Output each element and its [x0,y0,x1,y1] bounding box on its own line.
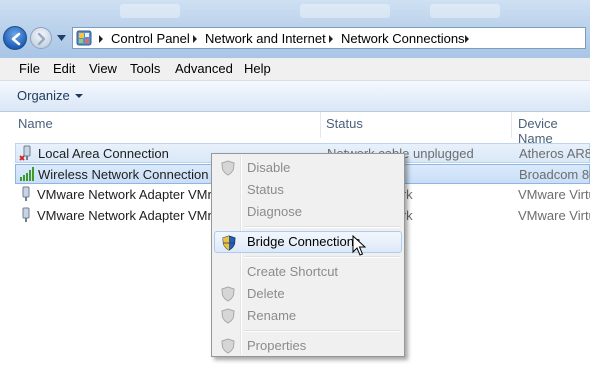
menu-separator [244,330,400,332]
menu-advanced[interactable]: Advanced [175,61,233,76]
connection-device: Atheros AR81 [519,146,590,161]
menu-file[interactable]: File [19,61,40,76]
menu-item-label: Delete [247,286,285,301]
background-tab-ghost [300,4,390,18]
uac-shield-icon [221,308,235,324]
control-panel-icon [76,30,92,46]
forward-arrow-icon [37,32,46,46]
breadcrumb-separator-icon[interactable] [329,35,333,43]
connection-device: VMware Virtu [518,187,590,202]
menu-item-delete[interactable]: Delete [214,283,402,305]
menu-separator [244,256,400,258]
menu-item-diagnose[interactable]: Diagnose [214,201,402,223]
connection-name: Wireless Network Connection [38,167,209,182]
connection-name: VMware Network Adapter VMnet [37,208,226,223]
breadcrumb-network-connections[interactable]: Network Connections [341,31,465,46]
connection-device: VMware Virtu [518,208,590,223]
background-tab-ghost [120,4,180,18]
menu-item-rename[interactable]: Rename [214,305,402,327]
menu-item-label: Status [247,182,284,197]
breadcrumb-network-and-internet[interactable]: Network and Internet [205,31,326,46]
uac-shield-icon [221,338,235,354]
back-arrow-icon [11,32,21,46]
uac-shield-icon [221,286,235,302]
window-title-bar: Control Panel Network and Internet Netwo… [0,0,590,58]
menu-item-disable[interactable]: Disable [214,157,402,179]
recent-pages-dropdown[interactable] [57,34,66,42]
connection-name: Local Area Connection [38,146,169,161]
address-bar[interactable]: Control Panel Network and Internet Netwo… [72,27,586,49]
menu-item-label: Properties [247,338,307,353]
column-divider[interactable] [320,112,321,138]
menu-separator [244,226,400,228]
menu-item-label: Bridge Connections [247,234,361,249]
mouse-pointer-icon [352,235,366,256]
menu-tools[interactable]: Tools [130,61,160,76]
uac-shield-icon [221,160,235,176]
forward-button[interactable] [30,27,52,49]
ethernet-disconnected-icon [19,145,31,161]
menu-help[interactable]: Help [244,61,271,76]
organize-button[interactable]: Organize [11,87,89,105]
column-header-name[interactable]: Name [18,116,53,136]
network-adapter-icon [22,186,30,201]
column-divider[interactable] [511,112,512,138]
breadcrumb-separator-icon[interactable] [193,35,197,43]
connection-device: Broadcom 802 [519,167,590,182]
menu-item-create-shortcut[interactable]: Create Shortcut [214,261,402,283]
menu-item-bridge-connections[interactable]: Bridge Connections [214,231,402,253]
menu-bar: File Edit View Tools Advanced Help [0,58,590,81]
menu-view[interactable]: View [89,61,117,76]
menu-item-label: Diagnose [247,204,302,219]
column-header-status[interactable]: Status [326,116,363,136]
network-adapter-icon [22,207,30,222]
breadcrumb-separator-icon[interactable] [99,35,103,43]
menu-item-properties[interactable]: Properties [214,335,402,357]
breadcrumb-control-panel[interactable]: Control Panel [111,31,190,46]
back-button[interactable] [3,26,27,50]
context-menu: Disable Status Diagnose Bridge Connectio… [211,153,405,357]
uac-shield-icon [222,235,236,251]
connection-name: VMware Network Adapter VMnet [37,187,226,202]
menu-item-label: Create Shortcut [247,264,339,279]
command-bar: Organize [0,81,590,112]
menu-item-label: Rename [247,308,297,323]
menu-item-status[interactable]: Status [214,179,402,201]
breadcrumb-separator-icon[interactable] [465,35,469,43]
organize-label: Organize [17,88,70,103]
column-header-device-name[interactable]: Device Name [518,116,590,146]
chevron-down-icon [74,94,83,98]
wireless-signal-icon [20,167,34,181]
menu-item-label: Disable [247,160,291,175]
menu-edit[interactable]: Edit [53,61,75,76]
background-tab-ghost [430,4,500,18]
